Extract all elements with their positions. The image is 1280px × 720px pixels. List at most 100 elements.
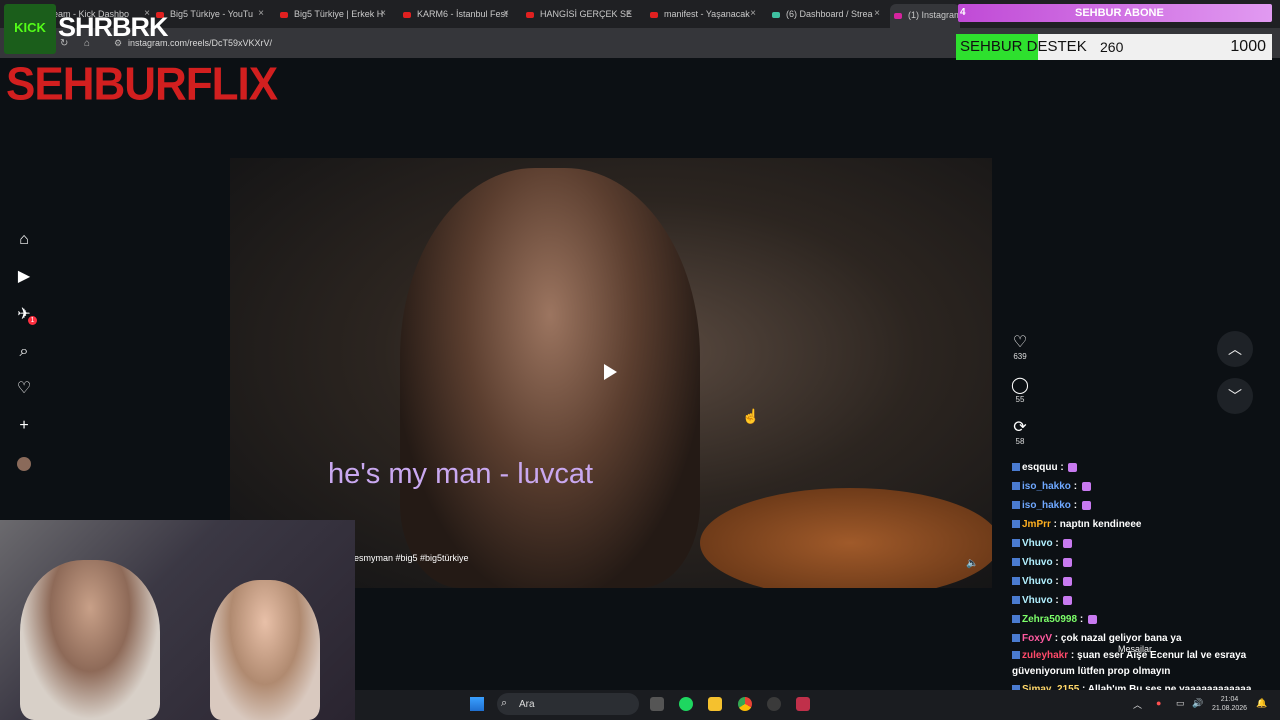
- subscriber-count: 4: [960, 7, 966, 18]
- chat-separator: :: [1052, 633, 1061, 644]
- chat-separator: :: [1070, 500, 1080, 511]
- like-count: 639: [1013, 352, 1027, 361]
- spotify-icon[interactable]: [679, 697, 693, 711]
- tab-instagram[interactable]: (1) Instagram: [890, 4, 960, 28]
- chat-username[interactable]: FoxyV: [1022, 633, 1052, 644]
- tab-youtube-4[interactable]: HANGİSİ GERÇEK SES ×: [526, 5, 632, 23]
- clock-time: 21:04: [1220, 696, 1239, 703]
- chat-message: Vhuvo :: [1012, 534, 1274, 553]
- chat-text: çok nazal geliyor bana ya: [1060, 633, 1182, 644]
- app-icon[interactable]: [796, 697, 810, 711]
- taskbar-clock[interactable]: 21:04 21.08.2026: [1212, 695, 1247, 713]
- notification-badge: 1: [28, 316, 37, 325]
- taskbar-search-label: Ara: [519, 699, 535, 710]
- tab-youtube-5[interactable]: manifest - Yaşanacak ×: [650, 5, 756, 23]
- comment-count: 55: [1015, 395, 1025, 404]
- chat-message: Vhuvo :: [1012, 591, 1274, 610]
- close-icon[interactable]: ×: [874, 5, 880, 23]
- chat-username[interactable]: Vhuvo: [1022, 538, 1053, 549]
- comment-action[interactable]: ◯ 55: [1010, 377, 1030, 404]
- chat-message: esqquu :: [1012, 458, 1274, 477]
- tab-label: Big5 Türkiye - YouTu: [170, 9, 254, 19]
- tab-dashboard[interactable]: (6) Dashboard / Strea ×: [772, 5, 880, 23]
- chevron-down-icon: ﹀: [1228, 388, 1242, 404]
- notifications-icon[interactable]: 🔔: [1256, 698, 1267, 709]
- task-view-icon[interactable]: [650, 697, 664, 711]
- messages-label[interactable]: Mesajlar: [1118, 644, 1152, 654]
- chat-separator: :: [1068, 650, 1078, 661]
- tab-youtube-2[interactable]: Big5 Türkiye | Erkek H ×: [280, 5, 386, 23]
- chat-badge-icon: [1012, 520, 1020, 529]
- repost-icon[interactable]: ⟳: [1010, 419, 1030, 437]
- search-icon[interactable]: ⌕: [14, 342, 34, 362]
- chat-username[interactable]: Vhuvo: [1022, 595, 1053, 606]
- chat-badge-icon: [1012, 651, 1020, 660]
- video-guitar: [700, 488, 992, 588]
- chat-username[interactable]: iso_hakko: [1022, 500, 1071, 511]
- chat-text: naptın kendineee: [1059, 519, 1142, 530]
- microphone-icon[interactable]: ●: [1156, 698, 1161, 708]
- chat-username[interactable]: JmPrr: [1022, 519, 1051, 530]
- brand-logo: SEHBURFLIX: [6, 58, 278, 111]
- tab-label: Big5 Türkiye | Erkek H: [294, 9, 384, 19]
- kick-logo: KICK: [4, 4, 56, 54]
- chat-emote-icon: [1063, 595, 1073, 605]
- profile-avatar[interactable]: [17, 457, 31, 471]
- tab-youtube-1[interactable]: Big5 Türkiye - YouTu ×: [156, 5, 264, 23]
- chat-username[interactable]: esqquu: [1022, 462, 1058, 473]
- search-icon: ⌕: [501, 697, 508, 709]
- previous-reel-button[interactable]: ︿: [1217, 331, 1253, 367]
- youtube-icon: [650, 11, 658, 18]
- chat-emote-icon: [1063, 576, 1073, 586]
- chrome-icon[interactable]: [738, 697, 752, 711]
- file-explorer-icon[interactable]: [708, 697, 722, 711]
- repost-count: 58: [1015, 437, 1025, 446]
- chat-username[interactable]: Vhuvo: [1022, 576, 1053, 587]
- close-icon[interactable]: ×: [503, 5, 509, 23]
- heart-icon[interactable]: ♡: [14, 379, 34, 399]
- chat-emote-icon: [1063, 557, 1073, 567]
- tab-youtube-3[interactable]: KARM6 - İstanbul Fest ×: [403, 5, 509, 23]
- chat-username[interactable]: Vhuvo: [1022, 557, 1053, 568]
- close-icon[interactable]: ×: [258, 5, 264, 23]
- reels-icon[interactable]: ▶: [14, 267, 34, 287]
- volume-icon[interactable]: 🔈: [966, 558, 978, 569]
- create-plus-icon[interactable]: +: [14, 416, 34, 436]
- chevron-up-icon: ︿: [1228, 341, 1242, 357]
- chat-badge-icon: [1012, 482, 1020, 491]
- chat-emote-icon: [1063, 538, 1073, 548]
- windows-start-icon[interactable]: [470, 697, 484, 711]
- heart-icon[interactable]: ♡: [1010, 334, 1030, 352]
- chat-message: Vhuvo :: [1012, 572, 1274, 591]
- network-icon[interactable]: ▭: [1176, 698, 1185, 709]
- chat-separator: :: [1052, 538, 1062, 549]
- repost-action[interactable]: ⟳ 58: [1010, 419, 1030, 446]
- chat-username[interactable]: Zehra50998: [1022, 614, 1077, 625]
- speaker-icon[interactable]: 🔊: [1192, 698, 1203, 709]
- chat-message: iso_hakko :: [1012, 496, 1274, 515]
- chat-username[interactable]: iso_hakko: [1022, 481, 1071, 492]
- chat-badge-icon: [1012, 463, 1020, 472]
- chat-message: iso_hakko :: [1012, 477, 1274, 496]
- comment-icon[interactable]: ◯: [1010, 377, 1030, 395]
- play-icon[interactable]: [604, 364, 617, 380]
- chat-username[interactable]: zuleyhakr: [1022, 650, 1068, 661]
- tab-label: (6) Dashboard / Strea: [786, 9, 873, 19]
- tab-label: HANGİSİ GERÇEK SES: [540, 9, 632, 19]
- tray-chevron-up-icon[interactable]: ︿: [1133, 698, 1142, 711]
- video-hashtags[interactable]: esmyman #big5 #big5türkiye: [354, 553, 469, 563]
- close-icon[interactable]: ×: [626, 5, 632, 23]
- chat-emote-icon: [1081, 500, 1091, 510]
- next-reel-button[interactable]: ﹀: [1217, 378, 1253, 414]
- chat-emote-icon: [1081, 481, 1091, 491]
- youtube-icon: [526, 11, 534, 18]
- close-icon[interactable]: ×: [380, 5, 386, 23]
- youtube-icon: [280, 11, 288, 18]
- obs-icon[interactable]: [767, 697, 781, 711]
- like-action[interactable]: ♡ 639: [1010, 334, 1030, 361]
- youtube-icon: [403, 11, 411, 18]
- chat-badge-icon: [1012, 539, 1020, 548]
- close-icon[interactable]: ×: [750, 5, 756, 23]
- instagram-icon: [894, 12, 902, 19]
- home-icon[interactable]: ⌂: [14, 230, 34, 250]
